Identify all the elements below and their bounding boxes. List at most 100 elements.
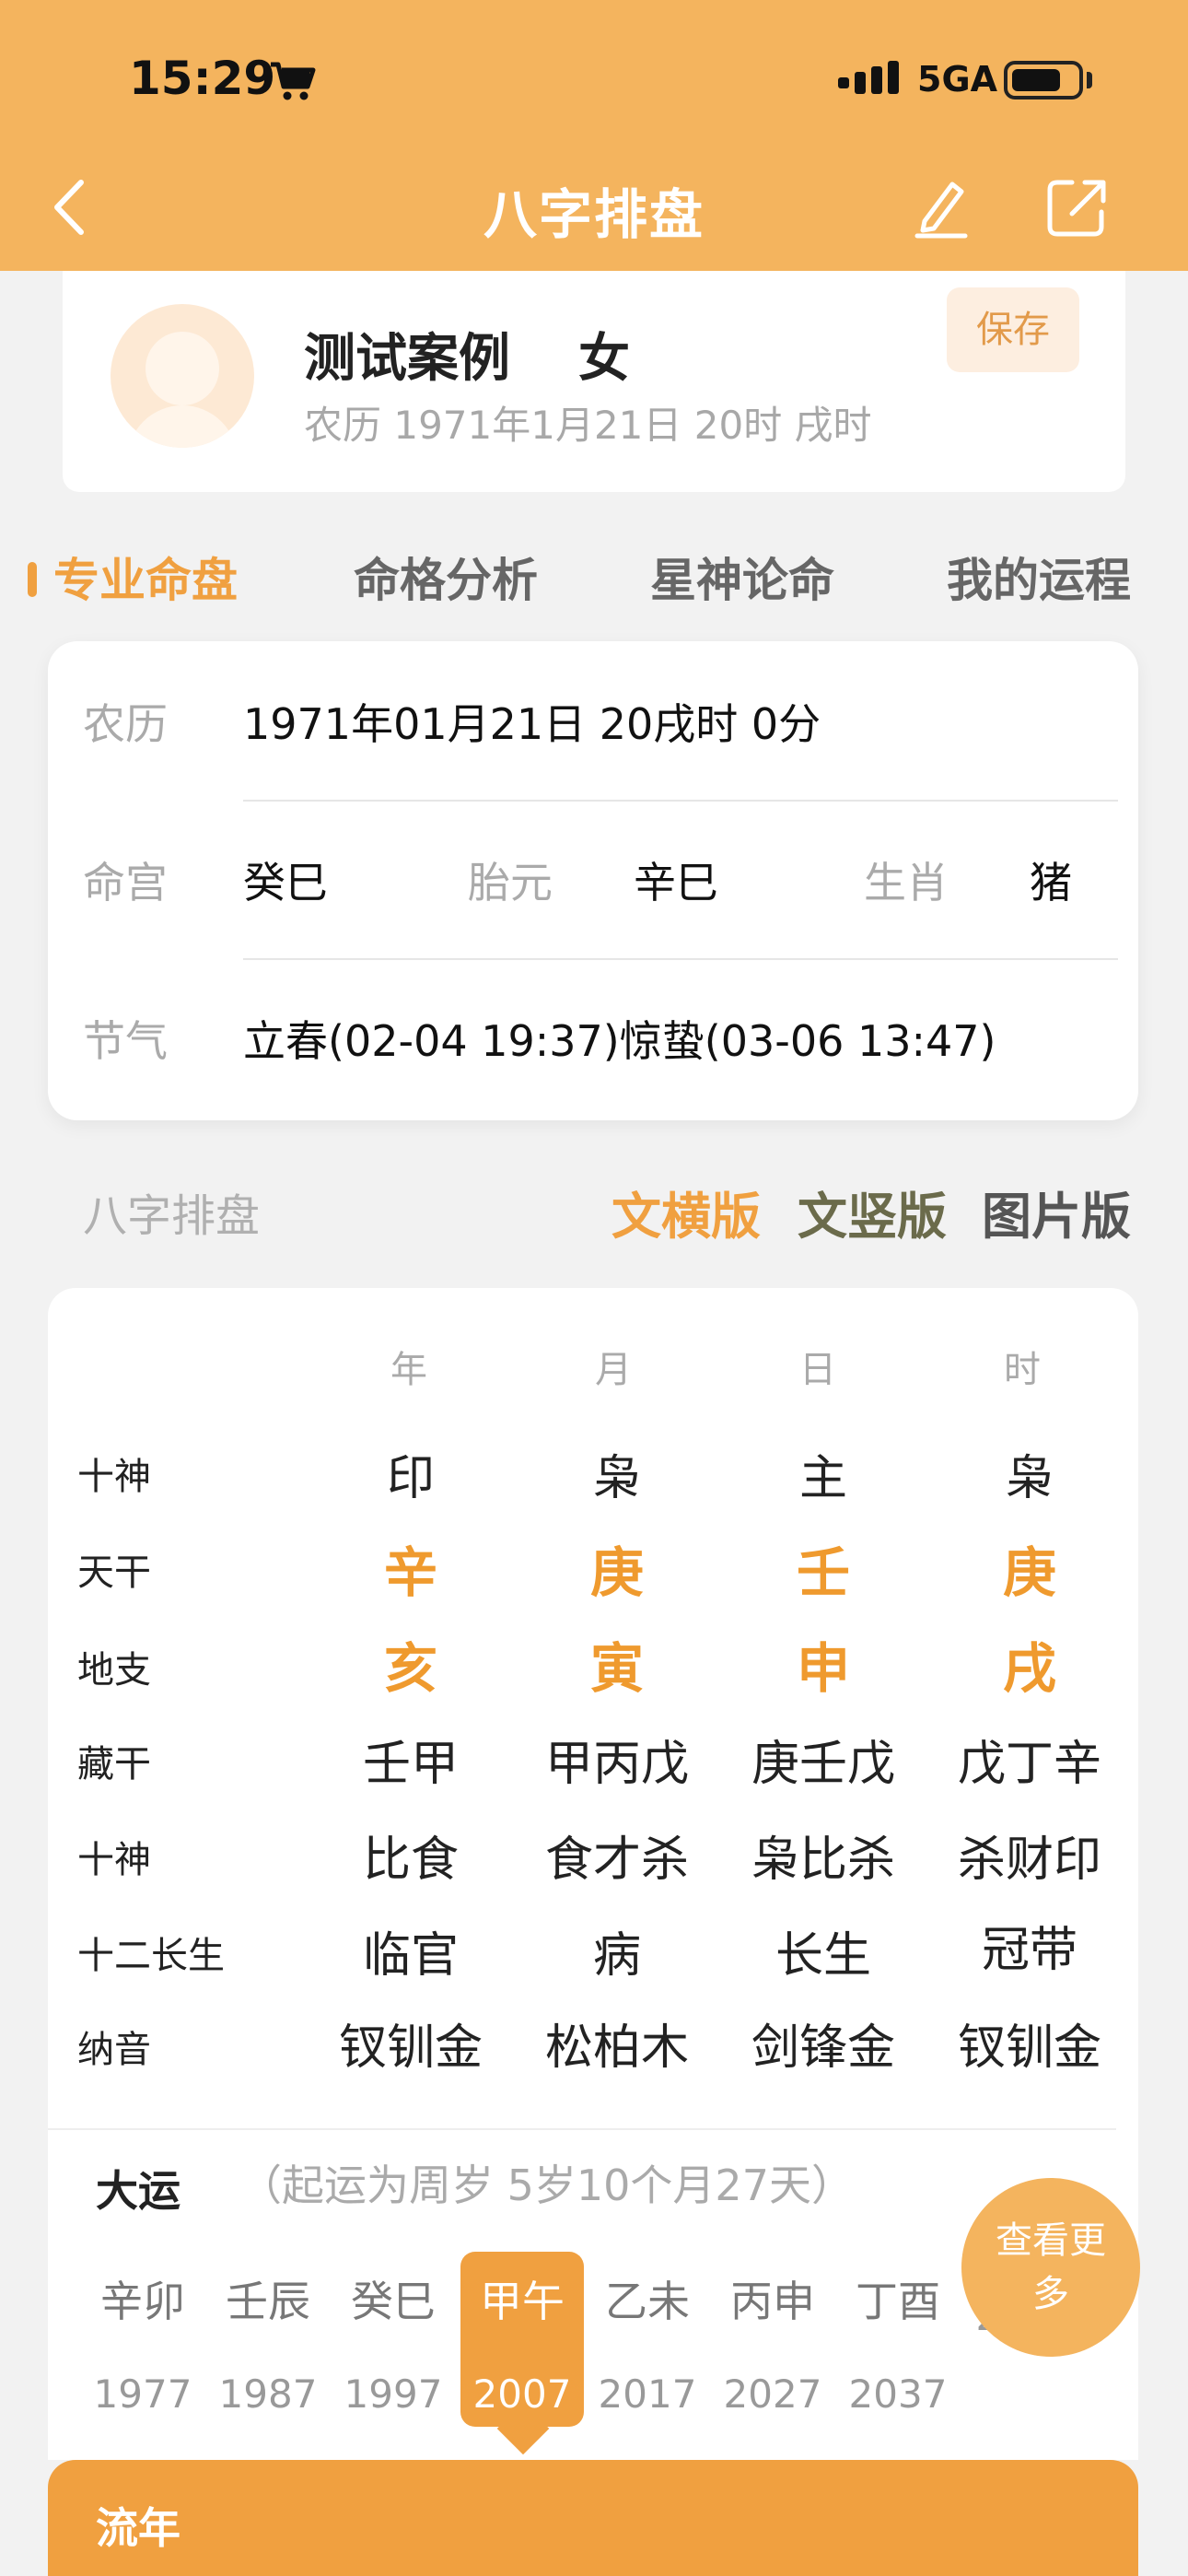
cell: 寅 — [589, 1637, 644, 1700]
taiyuan-label: 胎元 — [468, 858, 553, 907]
cell: 庚 — [589, 1541, 644, 1604]
avatar — [111, 304, 254, 448]
dayun-note: （起运为周岁 5岁10个月27天） — [239, 2160, 854, 2210]
jieqi-label: 节气 — [83, 1016, 168, 1066]
dayun-ganzhi: 丙申 — [730, 2277, 815, 2326]
cell: 申 — [796, 1637, 850, 1700]
tab-pro-chart[interactable]: 专业命盘 — [53, 544, 238, 610]
info-card: 农历 1971年01月21日 20戌时 0分 命宫 癸巳 胎元 辛巳 生肖 猪 … — [48, 641, 1138, 1120]
cell: 长生 — [775, 1928, 871, 1984]
header-bar: 15:29 5GA 八字排盘 — [0, 0, 1188, 271]
cell: 枭 — [592, 1451, 641, 1506]
cell: 戊丁辛 — [957, 1737, 1101, 1792]
battery-tip — [1087, 72, 1092, 88]
status-time: 15:29 — [129, 52, 276, 105]
network-label: 5GA — [917, 59, 998, 100]
cell: 松柏木 — [544, 2020, 689, 2076]
cell: 主 — [798, 1451, 847, 1506]
profile-gender: 女 — [578, 329, 630, 389]
cell: 庚 — [1002, 1541, 1056, 1604]
column-day: 日 — [799, 1349, 836, 1391]
dayun-year: 1997 — [344, 2371, 443, 2417]
cell: 比食 — [362, 1832, 459, 1888]
page-title: 八字排盘 — [483, 183, 705, 246]
row-label: 藏干 — [77, 1743, 151, 1786]
taiyuan-value: 辛巳 — [634, 858, 718, 907]
version-image[interactable]: 图片版 — [982, 1176, 1131, 1248]
shengxiao-value: 猪 — [1030, 858, 1072, 907]
cell: 病 — [592, 1928, 641, 1984]
row-label: 纳音 — [77, 2029, 151, 2071]
save-button[interactable]: 保存 — [947, 287, 1079, 372]
divider — [243, 958, 1118, 960]
column-month: 月 — [595, 1349, 632, 1391]
cell: 冠带 — [981, 1923, 1077, 1978]
cell: 枭比杀 — [751, 1832, 895, 1888]
version-vertical[interactable]: 文竖版 — [798, 1176, 947, 1248]
cell: 钗钏金 — [957, 2020, 1101, 2076]
lunar-label: 农历 — [83, 699, 168, 749]
row-label: 地支 — [77, 1649, 151, 1692]
divider — [243, 800, 1118, 802]
divider — [48, 2128, 1116, 2130]
dayun-year: 2037 — [848, 2371, 948, 2417]
tab-my-fortune[interactable]: 我的运程 — [947, 544, 1131, 610]
row-label: 天干 — [77, 1551, 151, 1594]
dayun-year: 2027 — [723, 2371, 822, 2417]
dayun-year: 1987 — [218, 2371, 318, 2417]
dayun-ganzhi: 丁酉 — [856, 2277, 940, 2326]
cell: 钗钏金 — [338, 2020, 483, 2076]
dayun-year: 1977 — [93, 2371, 192, 2417]
row-label: 十二长生 — [77, 1935, 225, 1977]
dayun-item[interactable]: 丙申 2027 — [711, 2252, 834, 2417]
cell: 壬 — [796, 1541, 850, 1604]
cell: 庚壬戊 — [751, 1737, 895, 1792]
battery-icon — [1004, 61, 1083, 100]
cell: 印 — [386, 1451, 435, 1506]
cell: 临官 — [362, 1928, 459, 1984]
signal-icon — [838, 61, 899, 94]
dayun-item-selected[interactable]: 甲午 2007 — [460, 2252, 584, 2427]
cell: 杀财印 — [957, 1832, 1101, 1888]
tab-pattern-analysis[interactable]: 命格分析 — [354, 544, 538, 610]
bazi-chart: 年 月 日 时 十神 印 枭 主 枭 天干 辛 庚 壬 庚 地支 亥 寅 申 戌… — [48, 1288, 1138, 2128]
lunar-value: 1971年01月21日 20戌时 0分 — [243, 699, 821, 749]
cell: 辛 — [383, 1541, 437, 1604]
dayun-item[interactable]: 乙未 2017 — [586, 2252, 709, 2417]
profile-card: 测试案例 女 农历 1971年1月21日 20时 戌时 保存 — [63, 271, 1125, 492]
cell: 食才杀 — [544, 1832, 689, 1888]
tab-bar: 专业命盘 命格分析 星神论命 我的运程 — [0, 544, 1188, 614]
cell: 枭 — [1005, 1451, 1054, 1506]
dayun-item[interactable]: 癸巳 1997 — [332, 2252, 455, 2417]
dayun-ganzhi: 乙未 — [605, 2277, 690, 2326]
dayun-ganzhi: 癸巳 — [351, 2277, 436, 2326]
dayun-ganzhi: 辛卯 — [100, 2277, 185, 2326]
profile-date: 农历 1971年1月21日 20时 戌时 — [304, 403, 872, 448]
jieqi-value: 立春(02-04 19:37)惊蛰(03-06 13:47) — [243, 1016, 996, 1066]
dayun-item[interactable]: 辛卯 1977 — [81, 2252, 204, 2417]
edit-pencil-icon[interactable] — [912, 175, 971, 240]
profile-name: 测试案例 — [304, 329, 510, 389]
liunian-bar[interactable]: 流年 — [48, 2460, 1138, 2576]
minggong-value: 癸巳 — [243, 858, 328, 907]
share-icon[interactable] — [1044, 175, 1109, 240]
cart-icon — [271, 62, 316, 100]
cell: 剑锋金 — [751, 2020, 895, 2076]
dayun-title: 大运 — [96, 2166, 181, 2216]
dayun-year: 2017 — [598, 2371, 697, 2417]
row-label: 十神 — [77, 1456, 151, 1498]
cell: 壬甲 — [362, 1737, 459, 1792]
dayun-ganzhi: 壬辰 — [226, 2277, 310, 2326]
tab-stars[interactable]: 星神论命 — [650, 544, 834, 610]
minggong-label: 命宫 — [83, 858, 168, 907]
liunian-title: 流年 — [96, 2503, 181, 2553]
dayun-item[interactable]: 壬辰 1987 — [206, 2252, 330, 2417]
cell: 甲丙戊 — [544, 1737, 689, 1792]
dayun-item[interactable]: 丁酉 2037 — [836, 2252, 960, 2417]
active-tab-indicator — [28, 562, 37, 597]
view-more-button[interactable]: 查看更多 — [961, 2178, 1140, 2357]
column-hour: 时 — [1004, 1349, 1041, 1391]
version-horizontal[interactable]: 文横版 — [611, 1176, 761, 1248]
cell: 戌 — [1002, 1637, 1056, 1700]
cell: 亥 — [383, 1637, 437, 1700]
